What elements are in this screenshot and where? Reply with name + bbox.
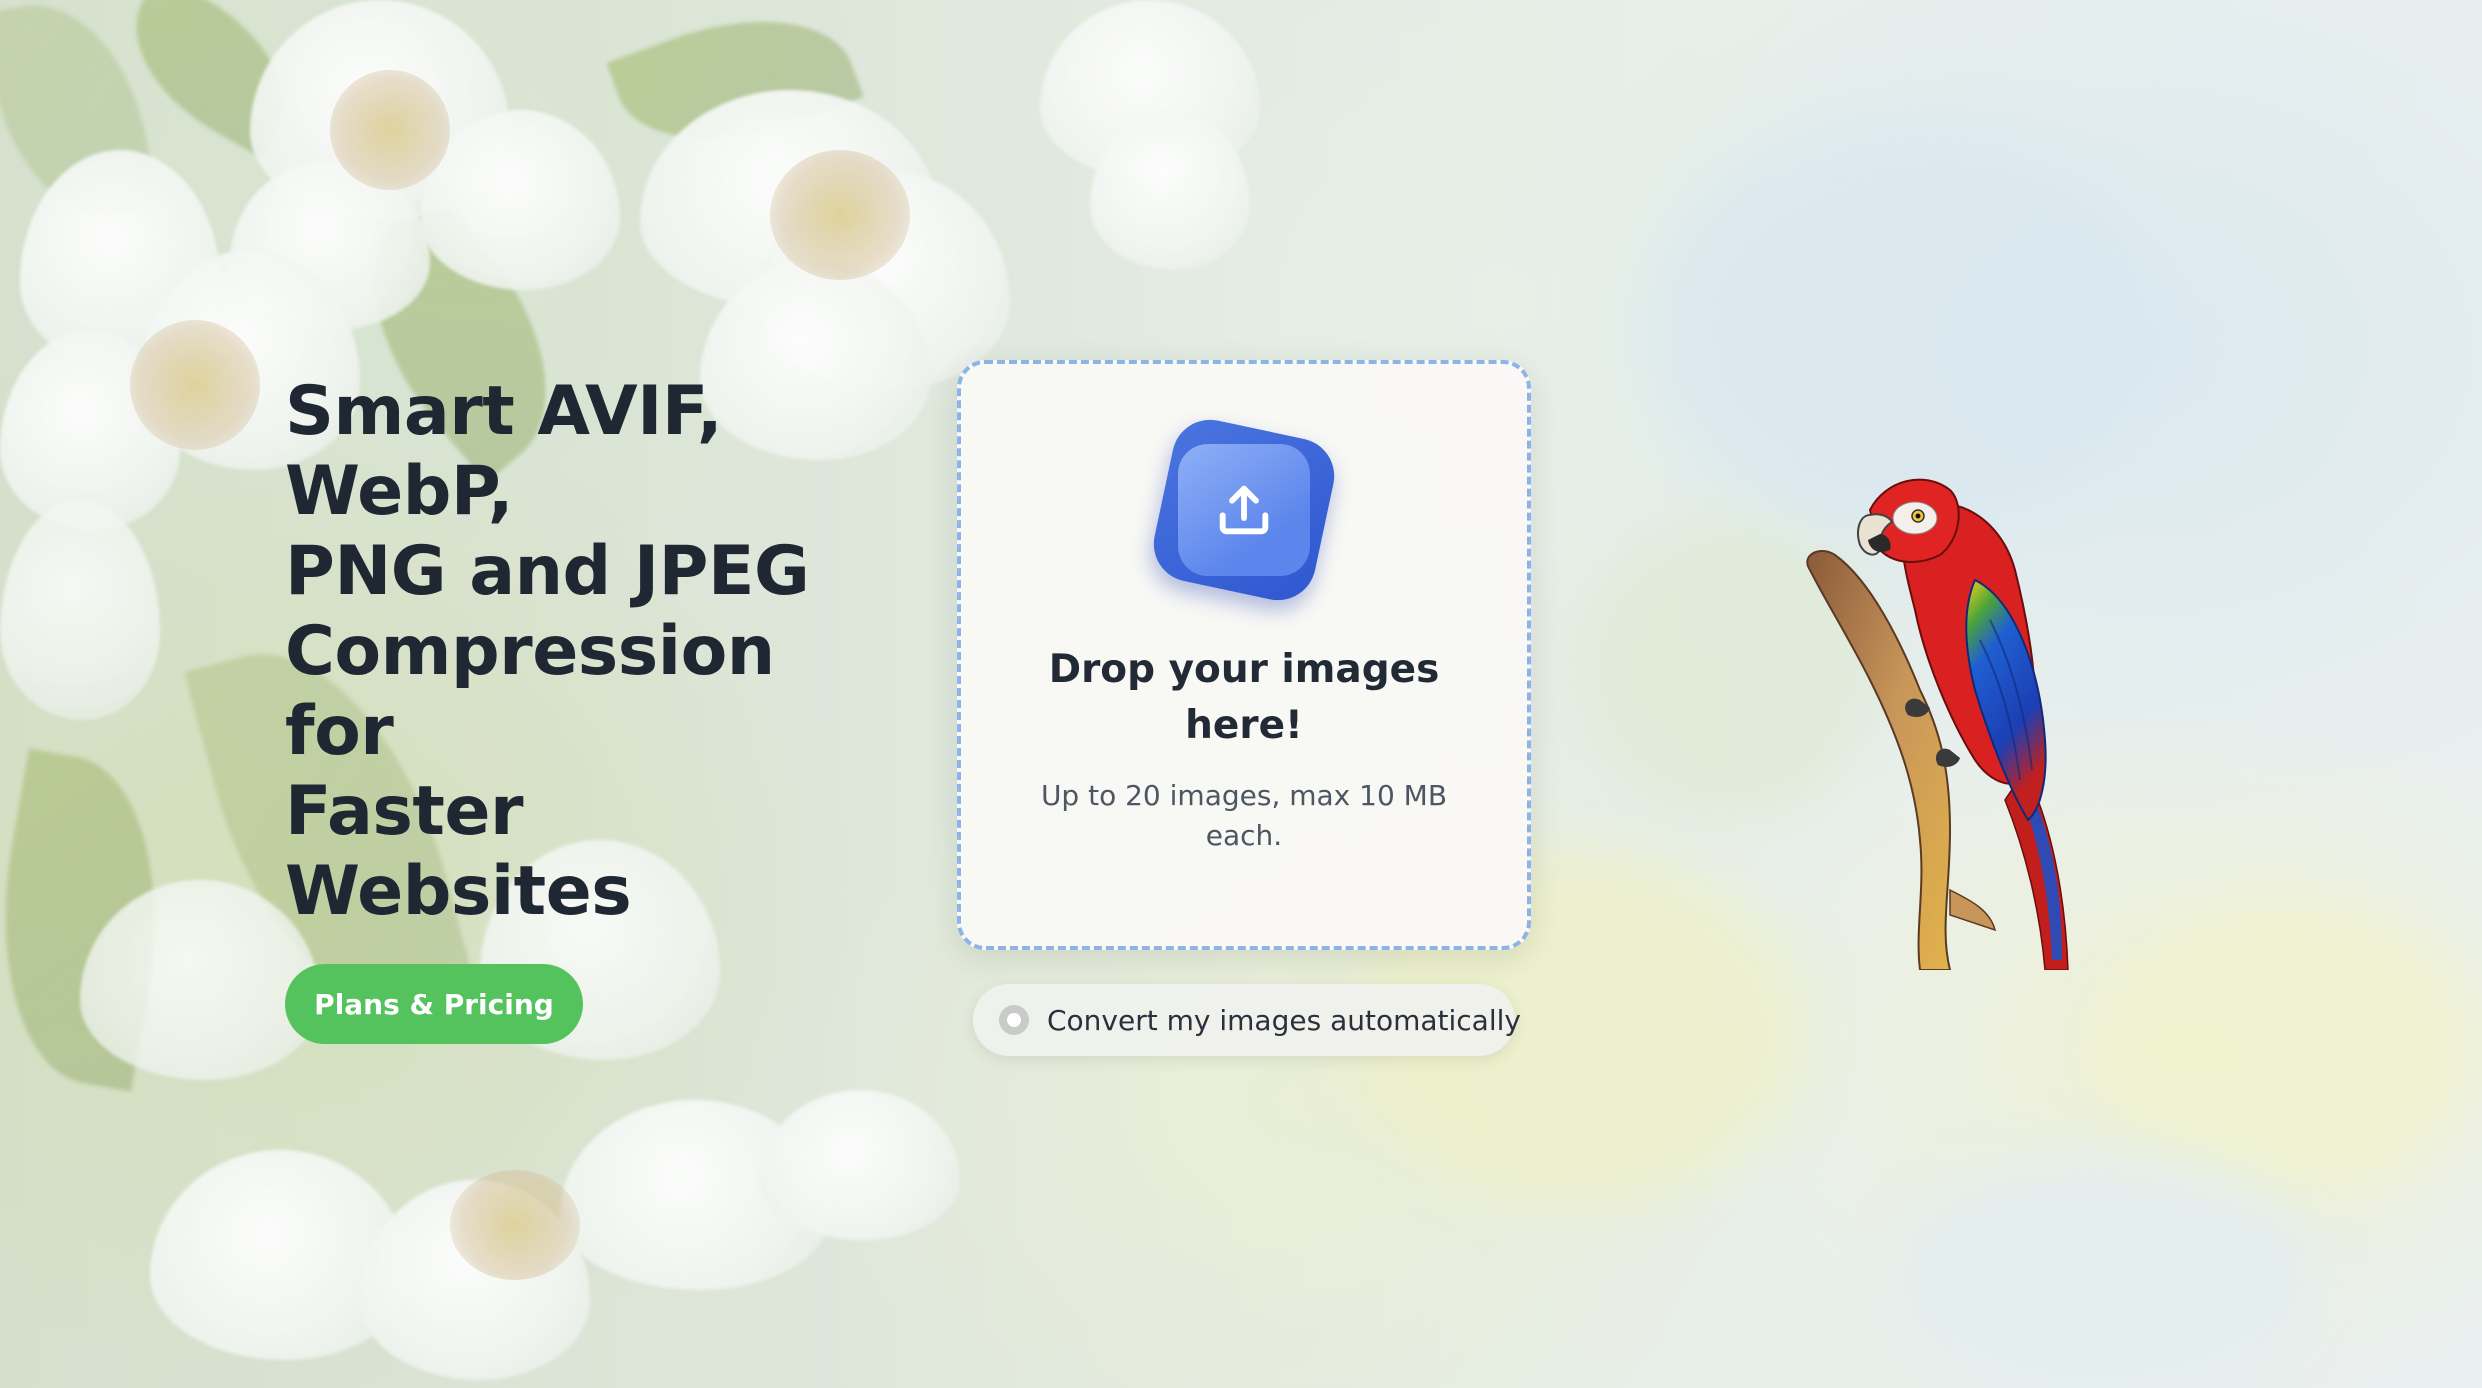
upload-icon-faceplate: [1178, 444, 1310, 576]
hero-title-line: Smart AVIF,: [285, 372, 723, 451]
radio-dot-icon: [1007, 1013, 1021, 1027]
dropzone-subtitle: Up to 20 images, max 10 MB each.: [1040, 779, 1448, 852]
hero-title-line: Websites: [285, 852, 632, 931]
plans-pricing-button[interactable]: Plans & Pricing: [285, 964, 583, 1044]
hero-title-line: PNG and JPEG: [285, 532, 810, 611]
hero-title: Smart AVIF, WebP, PNG and JPEG Compressi…: [285, 372, 885, 932]
hero-section: Smart AVIF, WebP, PNG and JPEG Compressi…: [285, 372, 885, 932]
upload-icon: [1146, 412, 1342, 608]
upload-arrow-icon: [1219, 485, 1269, 535]
auto-convert-radio[interactable]: [999, 1005, 1029, 1035]
auto-convert-label: Convert my images automatically: [1047, 1003, 1521, 1037]
auto-convert-toggle[interactable]: Convert my images automatically: [973, 984, 1521, 1056]
parrot-illustration: [1806, 478, 2069, 970]
hero-title-line: Faster: [285, 772, 524, 851]
hero-title-line: for: [285, 692, 394, 771]
hero-title-line: WebP,: [285, 452, 514, 531]
hero-title-line: Compression: [285, 612, 775, 691]
dropzone-title: Drop your images here!: [1048, 647, 1440, 748]
image-dropzone[interactable]: Drop your images here! Up to 20 images, …: [957, 360, 1531, 950]
